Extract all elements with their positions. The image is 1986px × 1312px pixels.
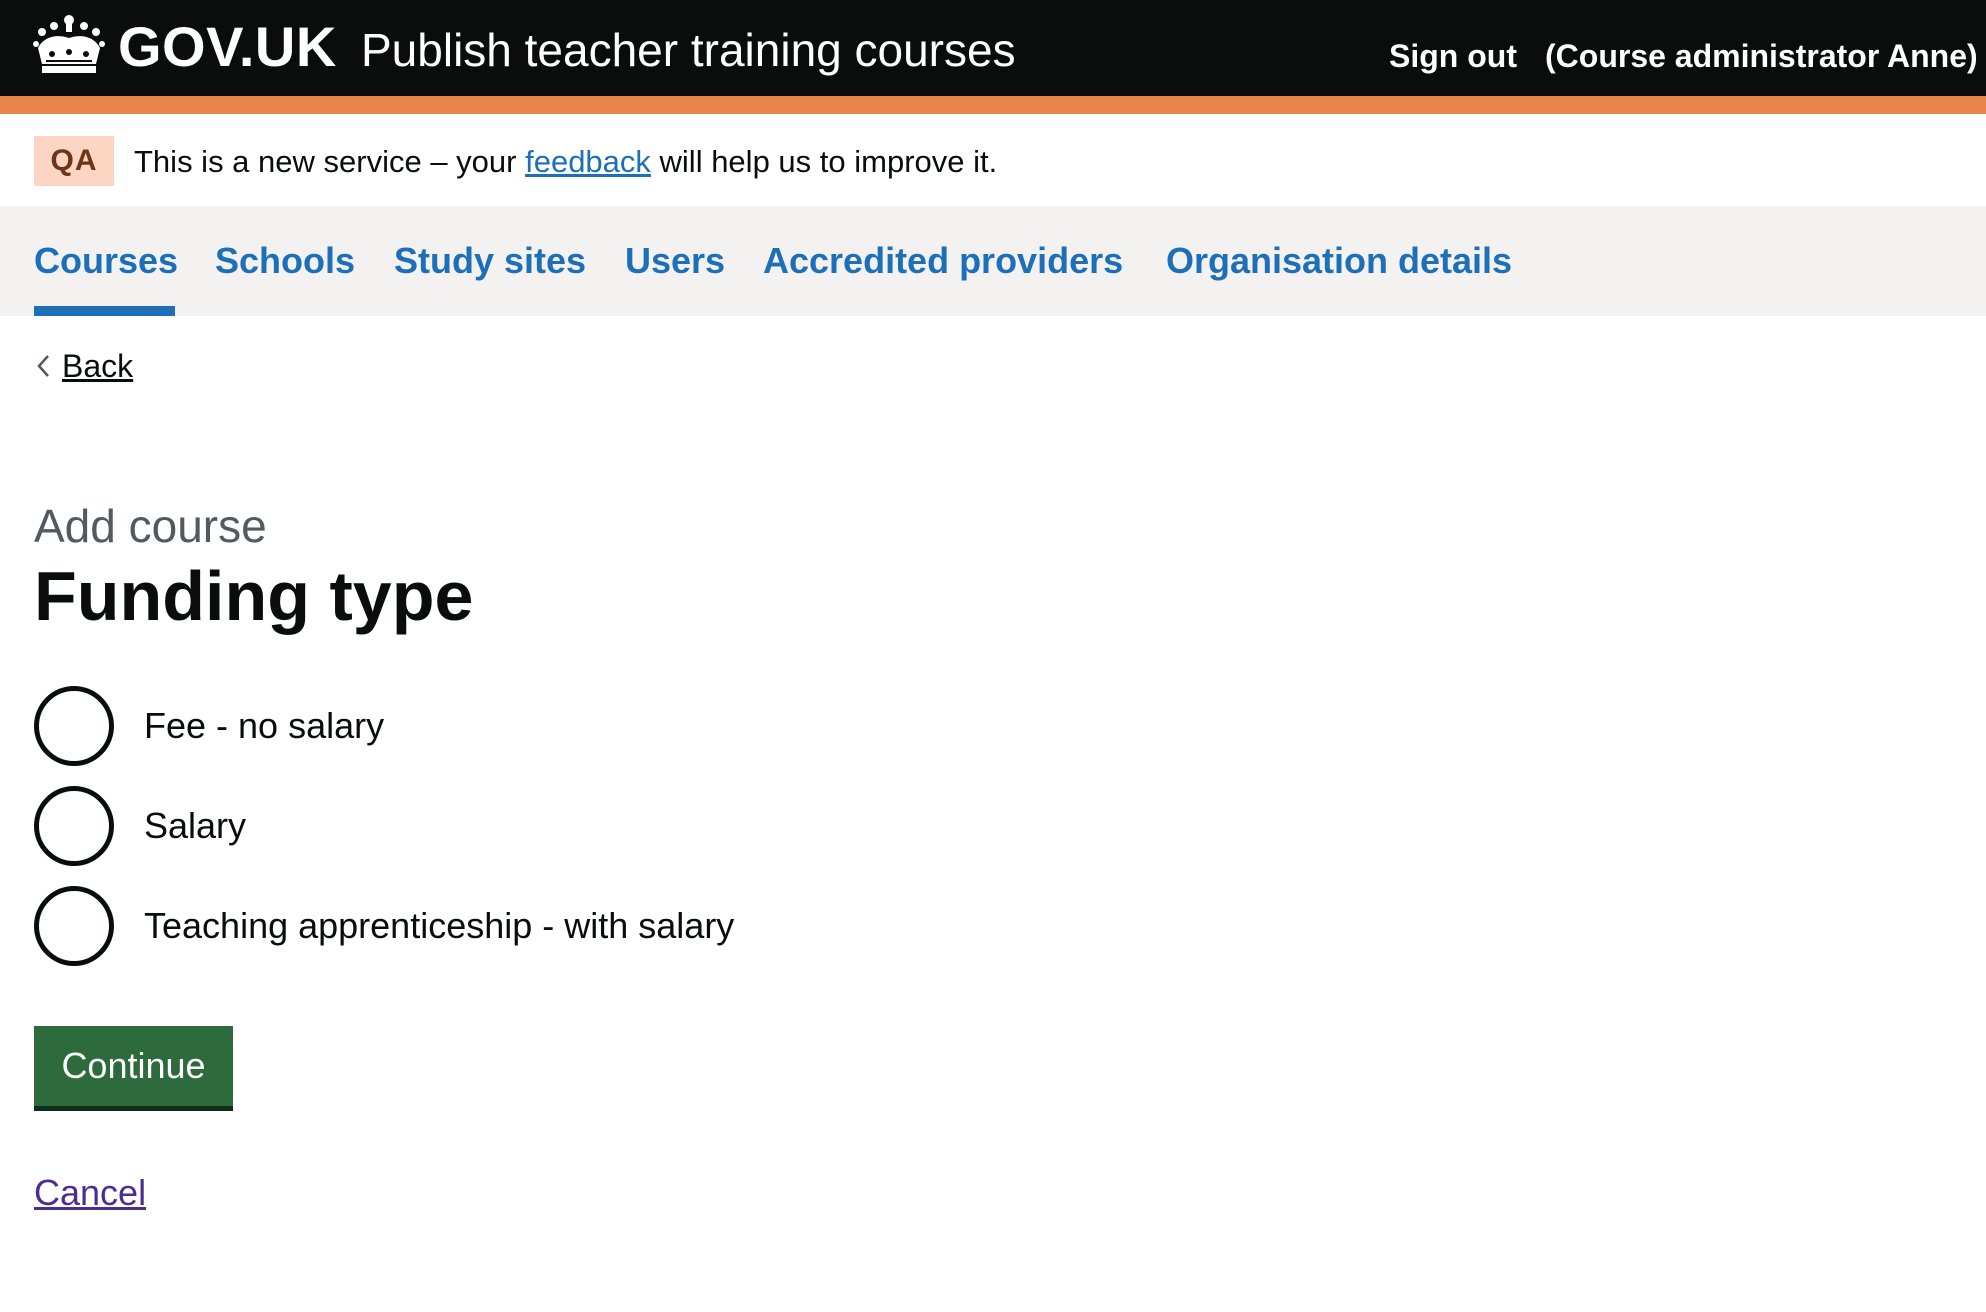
nav-item-accredited-providers[interactable]: Accredited providers [763, 238, 1123, 284]
radio-input[interactable] [34, 886, 114, 966]
phase-tag: QA [34, 136, 114, 186]
cancel-link[interactable]: Cancel [34, 1170, 146, 1216]
phase-banner: QA This is a new service – your feedback… [0, 114, 1986, 206]
nav-item-courses[interactable]: Courses [34, 238, 178, 284]
chevron-left-icon [37, 355, 49, 377]
feedback-link[interactable]: feedback [525, 144, 651, 179]
page-caption: Add course [34, 500, 267, 552]
radio-input[interactable] [34, 686, 114, 766]
header-accent-bar [0, 96, 1986, 114]
nav-active-indicator [34, 306, 175, 316]
nav-item-users[interactable]: Users [625, 238, 725, 284]
nav-item-organisation-details[interactable]: Organisation details [1166, 238, 1512, 284]
nav-item-study-sites[interactable]: Study sites [394, 238, 586, 284]
govuk-home-link[interactable]: GOV.UK [118, 12, 337, 82]
radio-label[interactable]: Fee - no salary [144, 706, 384, 746]
primary-navigation: Courses Schools Study sites Users Accred… [0, 206, 1986, 316]
nav-item-schools[interactable]: Schools [215, 238, 355, 284]
crown-logo-icon [33, 15, 105, 73]
radio-label[interactable]: Teaching apprenticeship - with salary [144, 906, 734, 946]
page-title: Funding type [34, 557, 474, 635]
user-name: (Course administrator Anne) [1545, 38, 1978, 74]
back-link-label: Back [62, 348, 134, 384]
phase-text-before: This is a new service – your [134, 144, 526, 179]
phase-banner-text: This is a new service – your feedback wi… [134, 142, 997, 182]
sign-out-link[interactable]: Sign out [1389, 36, 1517, 76]
radio-input[interactable] [34, 786, 114, 866]
service-name-link[interactable]: Publish teacher training courses [361, 20, 1016, 80]
phase-text-after: will help us to improve it. [650, 144, 998, 179]
radio-label[interactable]: Salary [144, 806, 246, 846]
site-header: GOV.UK Publish teacher training courses … [0, 0, 1986, 96]
continue-button[interactable]: Continue [34, 1026, 233, 1106]
